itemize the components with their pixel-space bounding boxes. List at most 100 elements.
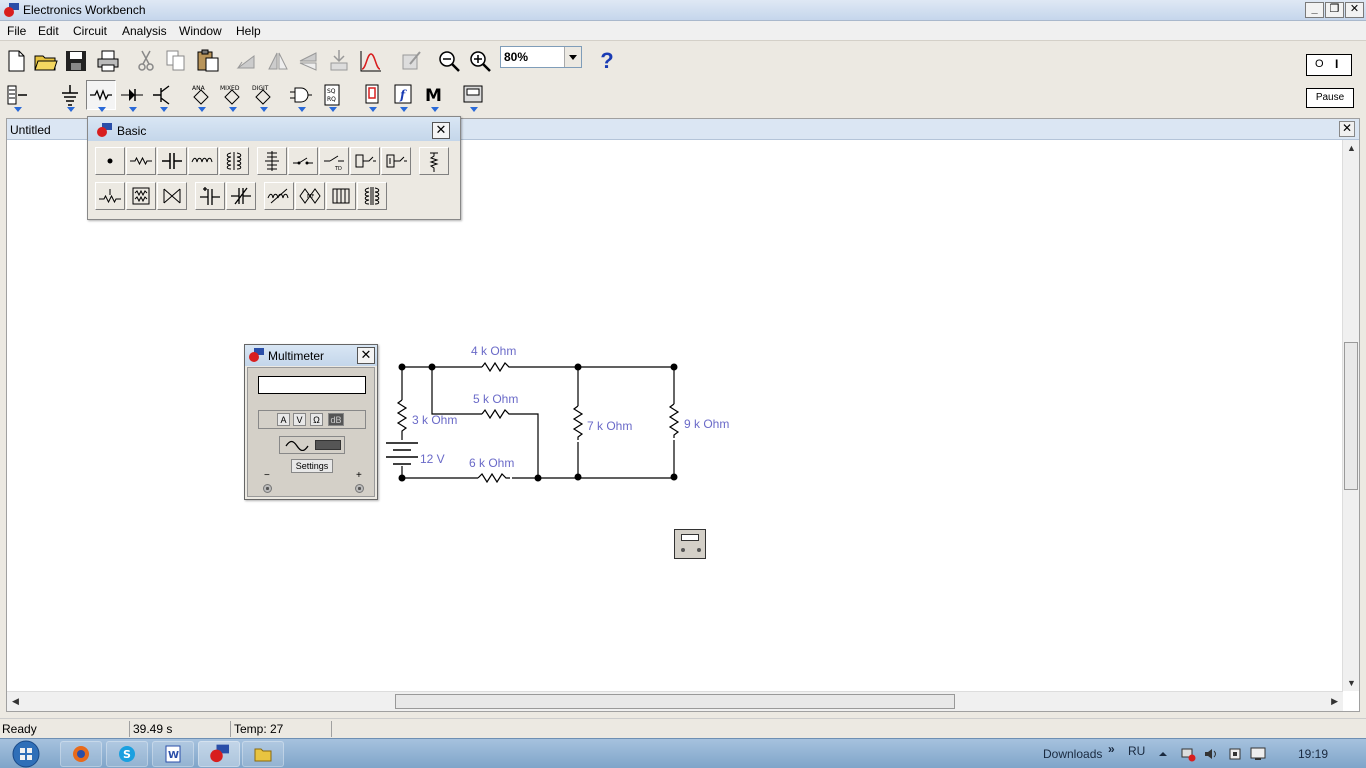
- ohmmeter-mode-button[interactable]: Ω: [310, 413, 323, 426]
- voltage-controlled-analog-switch-button[interactable]: [157, 182, 187, 210]
- transformer-part-button[interactable]: [219, 147, 249, 175]
- help-button[interactable]: ?: [592, 46, 622, 76]
- open-button[interactable]: [31, 46, 61, 76]
- pause-button[interactable]: Pause: [1306, 88, 1354, 108]
- component-properties-button[interactable]: [324, 46, 354, 76]
- graph-button[interactable]: [356, 46, 386, 76]
- horizontal-scrollbar[interactable]: ◀ ▶: [7, 691, 1343, 711]
- resistor-pack-button[interactable]: [126, 182, 156, 210]
- variable-inductor-button[interactable]: [264, 182, 294, 210]
- zoom-select[interactable]: 80%: [500, 46, 582, 68]
- document-close-button[interactable]: ✕: [1339, 121, 1355, 137]
- new-button[interactable]: [1, 46, 31, 76]
- print-button[interactable]: [93, 46, 123, 76]
- multimeter-title-bar[interactable]: Multimeter ✕: [245, 345, 377, 366]
- menu-circuit[interactable]: Circuit: [73, 24, 107, 38]
- variable-capacitor-button[interactable]: [226, 182, 256, 210]
- vertical-scrollbar[interactable]: ▲ ▼: [1342, 140, 1359, 691]
- subcircuit-button[interactable]: [396, 46, 426, 76]
- decibel-mode-button[interactable]: dB: [328, 413, 344, 426]
- scroll-left-arrow[interactable]: ◀: [12, 696, 19, 707]
- multimeter-close-button[interactable]: ✕: [357, 347, 375, 364]
- logic-gates-bin-button[interactable]: [286, 80, 316, 112]
- vertical-scroll-thumb[interactable]: [1344, 342, 1358, 490]
- multimeter-component[interactable]: [674, 529, 706, 559]
- menu-analysis[interactable]: Analysis: [122, 24, 167, 38]
- controls-bin-button[interactable]: f: [388, 80, 418, 112]
- taskbar-electronics-workbench[interactable]: [198, 741, 240, 767]
- tray-expand-icon[interactable]: [1158, 749, 1168, 759]
- downloads-toolbar-label[interactable]: Downloads: [1043, 747, 1102, 761]
- rotate-button[interactable]: [232, 46, 262, 76]
- plus-terminal[interactable]: [355, 484, 364, 493]
- display-monitor-icon[interactable]: [1250, 746, 1268, 762]
- language-indicator[interactable]: RU: [1128, 744, 1145, 758]
- miscellaneous-bin-button[interactable]: M: [419, 80, 449, 112]
- coreless-coil-button[interactable]: MF: [295, 182, 325, 210]
- taskbar-explorer[interactable]: [242, 741, 284, 767]
- capacitor-part-button[interactable]: [157, 147, 187, 175]
- scroll-right-arrow[interactable]: ▶: [1331, 696, 1338, 707]
- horizontal-scroll-thumb[interactable]: [395, 694, 955, 709]
- menu-help[interactable]: Help: [236, 24, 261, 38]
- close-button[interactable]: ✕: [1345, 2, 1364, 18]
- pullup-resistor-button[interactable]: [419, 147, 449, 175]
- scroll-up-arrow[interactable]: ▲: [1347, 143, 1356, 153]
- windows-start-icon[interactable]: [4, 739, 44, 768]
- voltmeter-mode-button[interactable]: V: [293, 413, 306, 426]
- toolbar-chevrons[interactable]: »: [1108, 742, 1115, 756]
- potentiometer-part-button[interactable]: [95, 182, 125, 210]
- magnetic-core-button[interactable]: [326, 182, 356, 210]
- menu-window[interactable]: Window: [179, 24, 222, 38]
- scroll-down-arrow[interactable]: ▼: [1347, 678, 1356, 688]
- relay-part-button[interactable]: [257, 147, 287, 175]
- palette-title-bar[interactable]: Basic ✕: [88, 117, 460, 141]
- menu-edit[interactable]: Edit: [38, 24, 59, 38]
- network-error-icon[interactable]: [1180, 746, 1196, 762]
- mixed-ics-bin-button[interactable]: MIXED: [217, 80, 247, 112]
- inductor-part-button[interactable]: [188, 147, 218, 175]
- minimize-button[interactable]: _: [1305, 2, 1324, 18]
- power-switch[interactable]: O I: [1306, 54, 1352, 76]
- flip-horizontal-button[interactable]: [263, 46, 293, 76]
- connector-button[interactable]: [95, 147, 125, 175]
- taskbar-word[interactable]: W: [152, 741, 194, 767]
- transistors-bin-button[interactable]: [148, 80, 178, 112]
- instruments-bin-button[interactable]: [458, 80, 488, 112]
- chevron-down-icon[interactable]: [564, 47, 581, 67]
- resistor-part-button[interactable]: [126, 147, 156, 175]
- digital-bin-button[interactable]: SQ RQ: [317, 80, 347, 112]
- sources-bin-button[interactable]: [55, 80, 85, 112]
- copy-button[interactable]: [161, 46, 191, 76]
- time-delay-switch-button[interactable]: TD: [319, 147, 349, 175]
- taskbar-firefox[interactable]: [60, 741, 102, 767]
- volume-icon[interactable]: [1203, 746, 1219, 762]
- dc-mode-button[interactable]: [315, 440, 341, 450]
- switch-part-button[interactable]: [288, 147, 318, 175]
- diodes-bin-button[interactable]: [117, 80, 147, 112]
- nonlinear-transformer-button[interactable]: [357, 182, 387, 210]
- polarized-capacitor-button[interactable]: [195, 182, 225, 210]
- minus-terminal[interactable]: [263, 484, 272, 493]
- taskbar-skype[interactable]: S: [106, 741, 148, 767]
- digital-ics-bin-button[interactable]: DIGIT: [248, 80, 278, 112]
- flip-vertical-button[interactable]: [293, 46, 323, 76]
- paste-button[interactable]: [193, 46, 223, 76]
- favorites-bin-button[interactable]: [2, 80, 32, 112]
- indicators-bin-button[interactable]: [357, 80, 387, 112]
- multimeter-settings-button[interactable]: Settings: [291, 459, 333, 473]
- cut-button[interactable]: [131, 46, 161, 76]
- save-button[interactable]: [61, 46, 91, 76]
- usb-device-icon[interactable]: [1227, 746, 1243, 762]
- ammeter-mode-button[interactable]: A: [277, 413, 290, 426]
- current-controlled-switch-button[interactable]: [381, 147, 411, 175]
- palette-close-button[interactable]: ✕: [432, 122, 450, 139]
- system-clock[interactable]: 19:19: [1298, 747, 1328, 761]
- ac-sine-icon[interactable]: [284, 440, 310, 451]
- voltage-controlled-switch-button[interactable]: [350, 147, 380, 175]
- zoom-in-button[interactable]: [465, 46, 495, 76]
- zoom-out-button[interactable]: [434, 46, 464, 76]
- menu-file[interactable]: File: [7, 24, 26, 38]
- analog-ics-bin-button[interactable]: ANA: [186, 80, 216, 112]
- maximize-button[interactable]: ❐: [1325, 2, 1344, 18]
